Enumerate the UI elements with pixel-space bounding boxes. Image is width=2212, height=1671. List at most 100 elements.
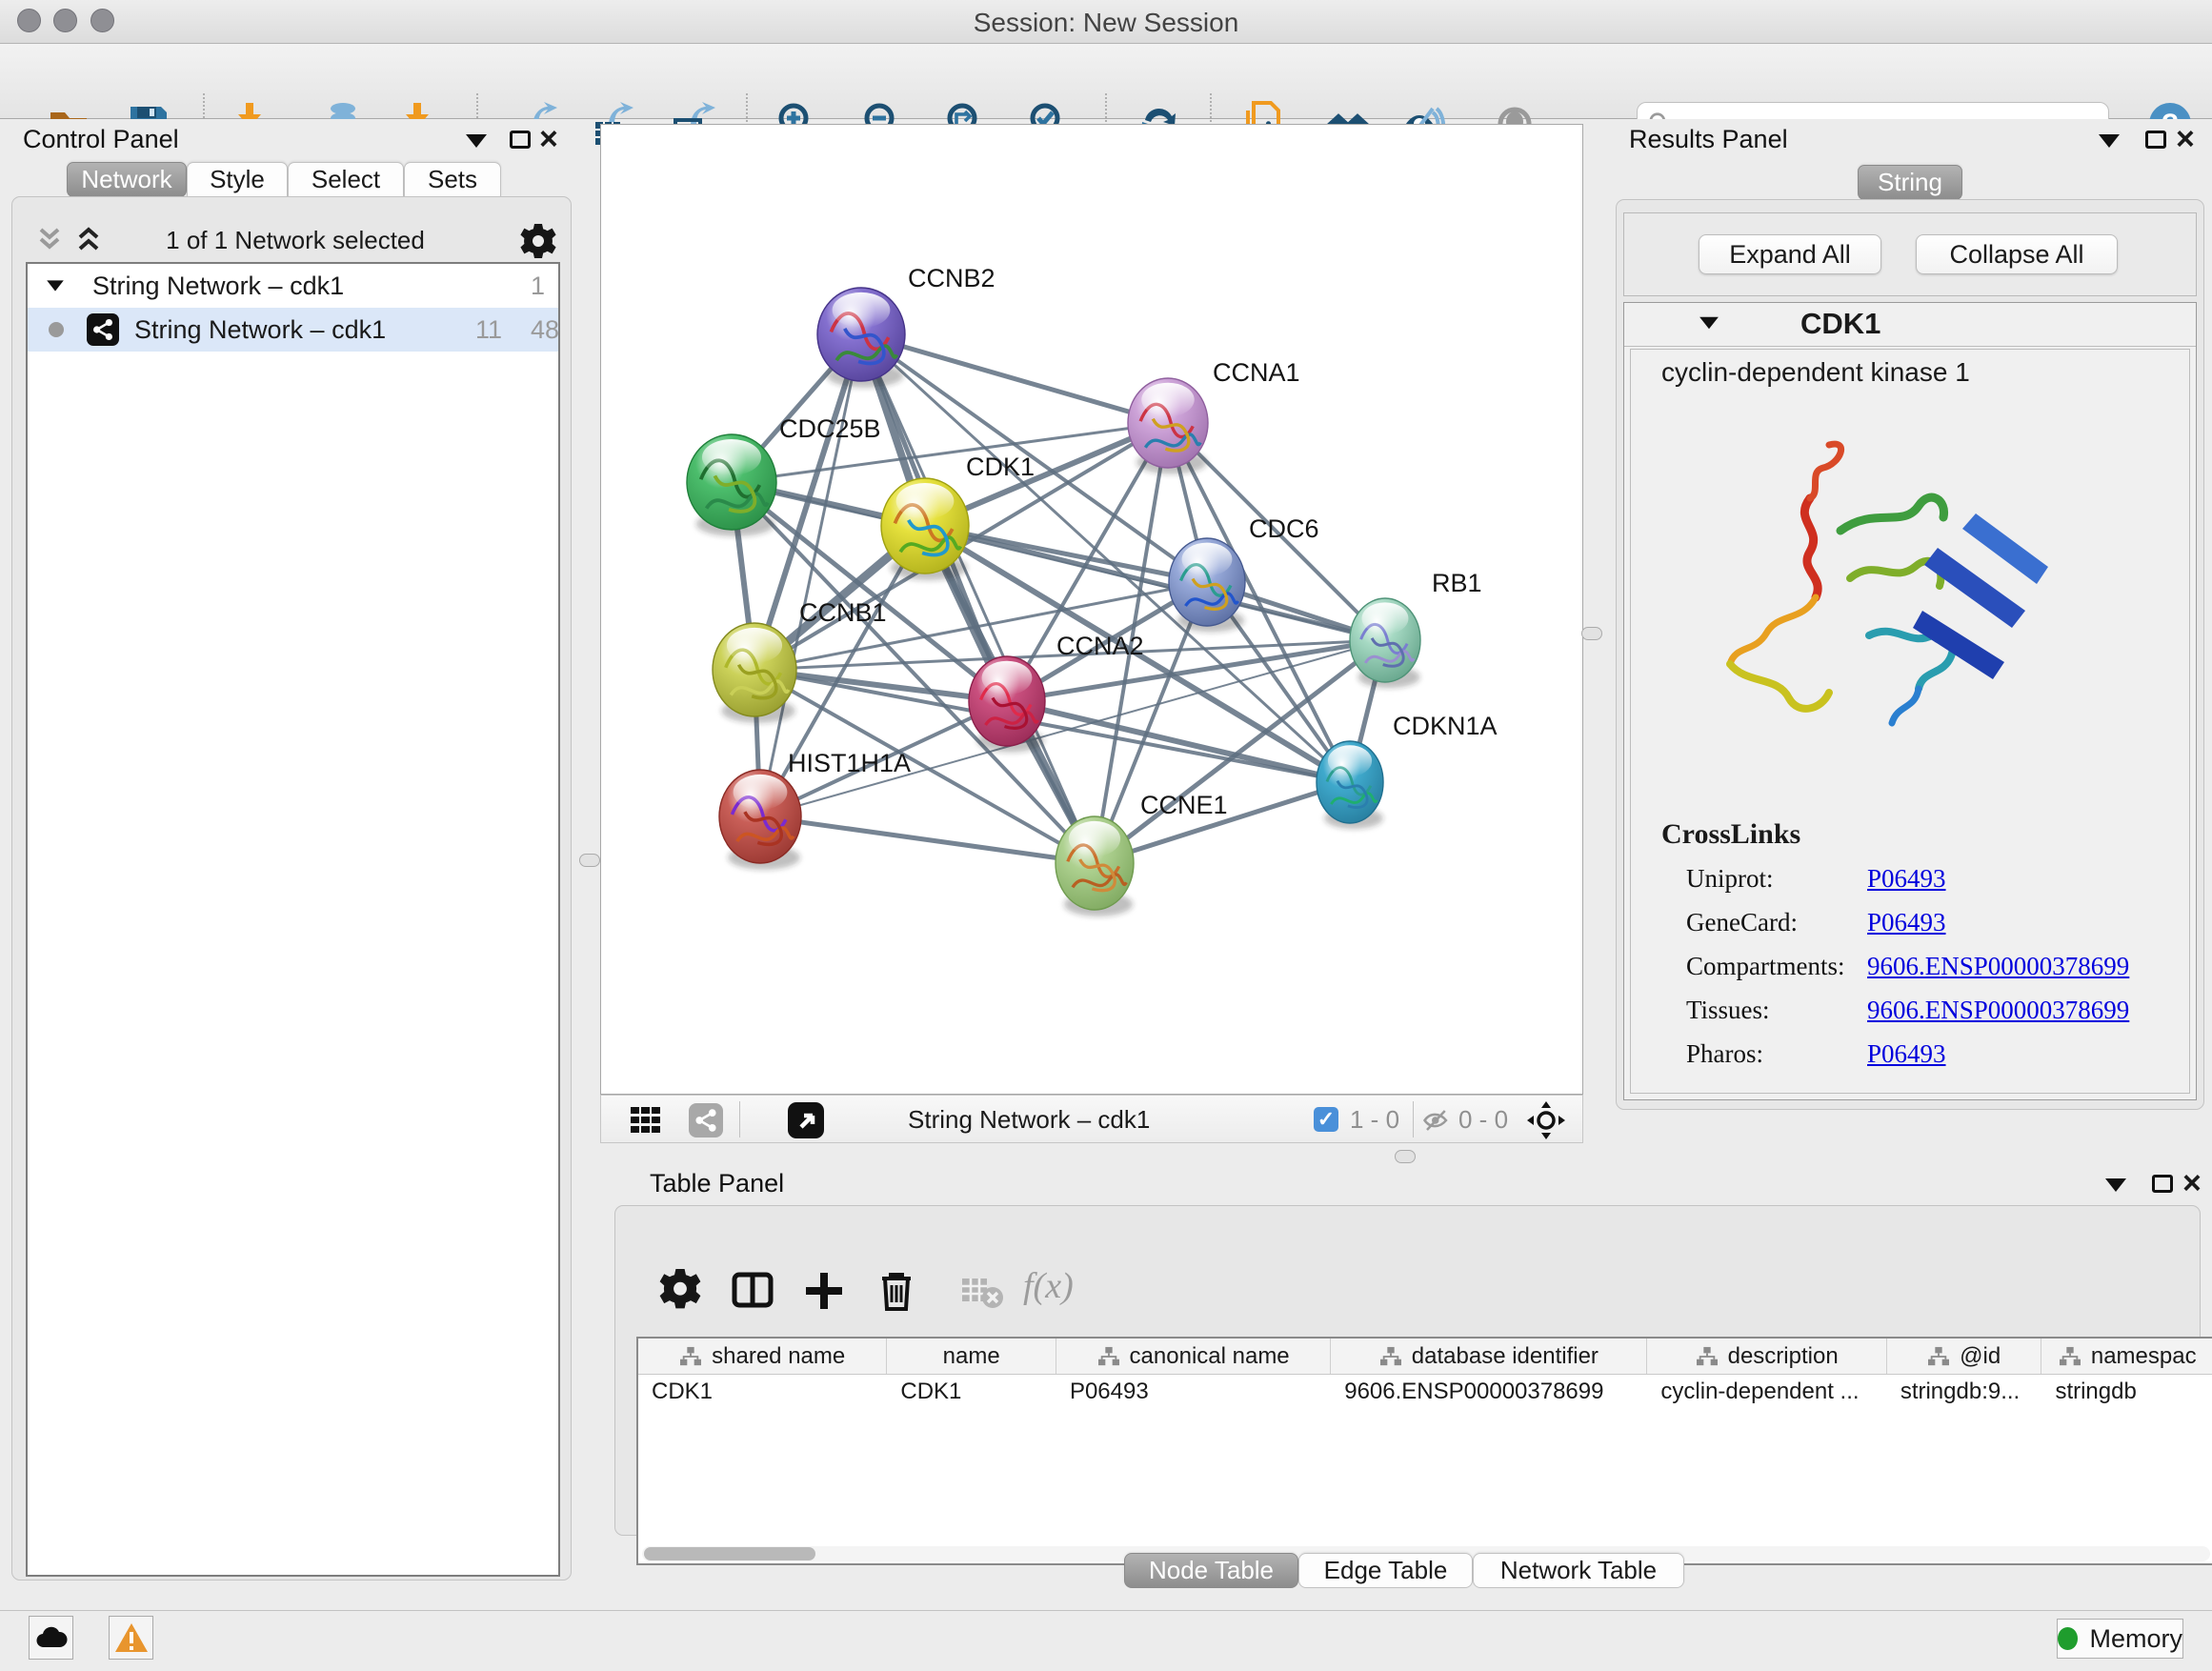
network-node-CCNA1[interactable]: CCNA1 [1128, 358, 1300, 474]
results-buttons-bar: Expand All Collapse All [1623, 212, 2197, 296]
network-node-HIST1H1A[interactable]: HIST1H1A [719, 749, 911, 870]
collection-expander-icon[interactable] [47, 280, 64, 291]
control-panel-close-icon[interactable]: × [539, 127, 558, 152]
collapse-all-button[interactable]: Collapse All [1916, 234, 2118, 274]
network-node-CDKN1A[interactable]: CDKN1A [1317, 712, 1498, 829]
node-card-title: CDK1 [1800, 307, 1880, 341]
table-panel-menu-icon[interactable] [2105, 1178, 2126, 1192]
status-bar: Memory [0, 1610, 2212, 1671]
crosslink-pharos-link[interactable]: P06493 [1867, 1039, 1946, 1069]
left-splitter-handle[interactable] [579, 854, 600, 867]
cell-canonical-name[interactable]: P06493 [1056, 1375, 1331, 1409]
cell-name[interactable]: CDK1 [887, 1375, 1056, 1409]
network-row-selected[interactable]: String Network – cdk1 11 48 [28, 308, 558, 352]
cell-description[interactable]: cyclin-dependent ... [1647, 1375, 1886, 1409]
tab-select[interactable]: Select [288, 162, 404, 197]
memory-button[interactable]: Memory [2057, 1619, 2183, 1659]
grid-view-icon[interactable] [630, 1104, 662, 1137]
node-label-RB1: RB1 [1432, 569, 1482, 597]
collapse-all-chevron-icon[interactable] [33, 226, 66, 254]
column-header-canonical-name[interactable]: canonical name [1056, 1339, 1331, 1374]
edge-CCNB2-CCNA1[interactable] [861, 334, 1168, 423]
network-share-icon[interactable] [689, 1103, 723, 1137]
network-node-CDC6[interactable]: CDC6 [1169, 514, 1319, 632]
network-node-CCNB2[interactable]: CCNB2 [817, 264, 995, 388]
control-panel-title: Control Panel [23, 125, 179, 154]
cell-namespac[interactable]: stringdb [2041, 1375, 2212, 1409]
tab-network-table[interactable]: Network Table [1473, 1553, 1684, 1588]
cell--id[interactable]: stringdb:9... [1887, 1375, 2042, 1409]
tab-string[interactable]: String [1858, 165, 1962, 200]
function-builder-icon[interactable]: f(x) [1023, 1265, 1074, 1307]
column-header--id[interactable]: @id [1887, 1339, 2042, 1374]
results-panel: Results Panel × String Expand All Collap… [1608, 119, 2212, 1148]
column-header-name[interactable]: name [887, 1339, 1056, 1374]
network-node-CCNE1[interactable]: CCNE1 [1056, 791, 1228, 916]
delete-column-icon[interactable] [875, 1269, 918, 1313]
main-toolbar: ? [0, 44, 2212, 119]
column-header-namespac[interactable]: namespac [2041, 1339, 2212, 1374]
separator [1413, 1101, 1414, 1137]
hidden-eye-slash-icon[interactable] [1422, 1107, 1451, 1134]
protein-structure-image [1698, 407, 2079, 769]
create-column-icon[interactable] [802, 1269, 846, 1313]
network-collection-row[interactable]: String Network – cdk1 1 [28, 264, 558, 308]
scrollbar-thumb[interactable] [644, 1547, 815, 1560]
control-panel: Control Panel × Network Style Select Set… [0, 119, 583, 1610]
results-panel-close-icon[interactable]: × [2176, 127, 2195, 152]
fit-selected-crosshair-icon[interactable] [1527, 1101, 1565, 1139]
crosslink-compartments-link[interactable]: 9606.ENSP00000378699 [1867, 952, 2129, 981]
expand-all-button[interactable]: Expand All [1699, 234, 1881, 274]
table-panel: Table Panel × f(x) shared namenamecanoni… [600, 1165, 2212, 1610]
table-panel-close-icon[interactable]: × [2182, 1171, 2202, 1197]
node-table: shared namenamecanonical namedatabase id… [636, 1337, 2212, 1565]
table-options-gear-icon[interactable] [658, 1269, 702, 1313]
results-panel-title: Results Panel [1629, 125, 1788, 154]
right-splitter-handle[interactable] [1581, 627, 1602, 640]
tab-network[interactable]: Network [67, 162, 187, 197]
column-header-database-identifier[interactable]: database identifier [1331, 1339, 1647, 1374]
tab-sets[interactable]: Sets [404, 162, 501, 197]
tab-edge-table[interactable]: Edge Table [1298, 1553, 1473, 1588]
cell-database-identifier[interactable]: 9606.ENSP00000378699 [1331, 1375, 1647, 1409]
tab-node-table[interactable]: Node Table [1124, 1553, 1298, 1588]
control-panel-menu-icon[interactable] [466, 134, 487, 148]
crosslink-label: Tissues: [1686, 996, 1770, 1025]
delete-table-icon[interactable] [960, 1269, 1004, 1313]
crosslink-tissues-link[interactable]: 9606.ENSP00000378699 [1867, 996, 2129, 1025]
separator [739, 1101, 740, 1137]
edge-CCNB2-CCNE1[interactable] [861, 334, 1095, 863]
table-panel-float-icon[interactable] [2152, 1175, 2173, 1193]
birdseye-view-icon[interactable] [788, 1102, 824, 1138]
network-view-canvas[interactable]: CCNB2CCNA1CDC25BCDK1CDC6RB1CCNB1CCNA2CDK… [600, 124, 1583, 1095]
bottom-splitter-handle[interactable] [1395, 1150, 1416, 1163]
current-network-indicator [49, 322, 64, 337]
node-label-CCNA2: CCNA2 [1056, 632, 1144, 660]
warning-status-button[interactable] [109, 1616, 153, 1660]
crosslinks-title: CrossLinks [1661, 818, 1800, 851]
collection-count: 1 [531, 264, 545, 308]
warning-icon [114, 1622, 149, 1653]
node-label-CCNB2: CCNB2 [908, 264, 995, 292]
network-options-gear-icon[interactable] [519, 222, 557, 260]
results-panel-float-icon[interactable] [2145, 131, 2166, 149]
selected-nodes-checkbox[interactable]: ✓ [1314, 1107, 1338, 1132]
expand-all-chevron-icon[interactable] [72, 226, 105, 254]
tab-style[interactable]: Style [187, 162, 288, 197]
network-column-icon [1097, 1346, 1120, 1367]
cloud-status-button[interactable] [29, 1616, 73, 1660]
cell-shared-name[interactable]: CDK1 [638, 1375, 887, 1409]
results-panel-menu-icon[interactable] [2099, 134, 2120, 148]
table-row[interactable]: CDK1CDK1P064939606.ENSP00000378699cyclin… [638, 1375, 2212, 1409]
column-header-shared-name[interactable]: shared name [638, 1339, 887, 1374]
network-node-RB1[interactable]: RB1 [1350, 569, 1482, 688]
crosslink-label: Pharos: [1686, 1039, 1763, 1069]
crosslink-genecard-link[interactable]: P06493 [1867, 908, 1946, 937]
column-header-description[interactable]: description [1647, 1339, 1886, 1374]
control-panel-float-icon[interactable] [510, 131, 531, 149]
show-columns-icon[interactable] [731, 1269, 774, 1313]
edge-HIST1H1A-CCNE1[interactable] [760, 816, 1095, 863]
cloud-icon [35, 1626, 68, 1649]
node-label-CDC6: CDC6 [1249, 514, 1319, 543]
crosslink-uniprot-link[interactable]: P06493 [1867, 864, 1946, 894]
